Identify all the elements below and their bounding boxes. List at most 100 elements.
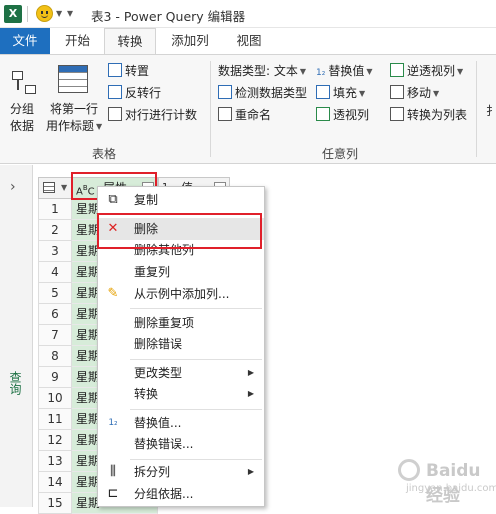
- group-by-icon: [12, 71, 38, 97]
- add-example-icon: ✎: [107, 286, 119, 301]
- submenu-arrow-icon: ▶: [247, 368, 254, 377]
- replace-values-button[interactable]: 1₂ 替换值 ▼: [316, 63, 373, 81]
- rename-icon: [218, 107, 232, 121]
- row-number: 8: [38, 346, 72, 367]
- row-number: 11: [38, 409, 72, 430]
- tab-view[interactable]: 视图: [226, 28, 272, 54]
- group-by-label-1: 分组: [10, 102, 35, 116]
- menu-separator: [130, 213, 262, 214]
- detect-type-button[interactable]: 检测数据类型: [218, 85, 307, 101]
- row-number: 13: [38, 451, 72, 472]
- title-bar: X ▼ ▾ 表3 - Power Query 编辑器: [0, 0, 496, 28]
- feedback-smiley-icon[interactable]: [36, 5, 53, 22]
- replace-icon: 1₂: [316, 68, 326, 78]
- quick-access-customize-icon[interactable]: ▾: [67, 6, 73, 20]
- tab-home[interactable]: 开始: [55, 28, 100, 54]
- delete-x-icon: ✕: [107, 221, 119, 236]
- menu-item-change-type[interactable]: 更改类型 ▶: [98, 362, 264, 384]
- group-label-any-column: 任意列: [322, 147, 359, 161]
- reverse-rows-icon: [108, 85, 122, 99]
- reverse-rows-button[interactable]: 反转行: [108, 85, 161, 101]
- submenu-arrow-icon: ▶: [247, 389, 254, 398]
- group-by-label-2: 依据: [10, 119, 35, 133]
- replace-icon: 1₂: [108, 418, 118, 428]
- menu-separator: [130, 359, 262, 360]
- data-type-dropdown[interactable]: 数据类型: 文本 ▼: [218, 63, 306, 80]
- tab-transform[interactable]: 转换: [104, 28, 156, 55]
- fill-button[interactable]: 填充 ▼: [316, 85, 365, 102]
- group-separator: [210, 61, 211, 157]
- chevron-down-icon[interactable]: ▼: [56, 9, 62, 18]
- row-number: 1: [38, 199, 72, 220]
- menu-item-add-from-example[interactable]: ✎ 从示例中添加列...: [98, 283, 264, 305]
- submenu-arrow-icon: ▶: [247, 467, 254, 476]
- detect-type-icon: [218, 85, 232, 99]
- table-header-icon: [58, 65, 88, 93]
- menu-separator: [130, 459, 262, 460]
- tab-add-column[interactable]: 添加列: [162, 28, 218, 54]
- menu-item-remove-errors[interactable]: 删除错误: [98, 333, 264, 355]
- count-rows-button[interactable]: 对行进行计数: [108, 107, 197, 123]
- row-number: 15: [38, 493, 72, 514]
- unpivot-button[interactable]: 逆透视列 ▼: [390, 63, 463, 80]
- column-context-menu: ⧉ 复制 ✕ 删除 删除其他列 重复列 ✎ 从示例中添加列... 删除重复项 删除错误…: [97, 186, 265, 507]
- table-icon: [43, 182, 55, 193]
- pivot-icon: [316, 107, 330, 121]
- row-number: 12: [38, 430, 72, 451]
- row-number: 2: [38, 220, 72, 241]
- copy-icon: ⧉: [108, 192, 118, 207]
- menu-separator: [130, 308, 262, 309]
- group-by-icon: ⊏: [107, 486, 119, 501]
- watermark: Baidu 经验 jingyan.baidu.com: [398, 455, 496, 506]
- menu-separator: [130, 409, 262, 410]
- menu-item-copy[interactable]: ⧉ 复制: [98, 189, 264, 211]
- title-separator: [27, 6, 28, 22]
- unpivot-icon: [390, 63, 404, 77]
- menu-item-transform[interactable]: 转换 ▶: [98, 383, 264, 405]
- watermark-url: jingyan.baidu.com: [406, 483, 496, 494]
- transpose-button[interactable]: 转置: [108, 63, 149, 79]
- group-by-button[interactable]: 分组 依据: [4, 59, 42, 139]
- menu-item-group-by[interactable]: ⊏ 分组依据...: [98, 483, 264, 505]
- group-separator-right: [476, 61, 477, 157]
- move-icon: [390, 85, 404, 99]
- group-label-table: 表格: [92, 147, 117, 161]
- menu-item-delete-others[interactable]: 删除其他列: [98, 239, 264, 261]
- ribbon: 分组 依据 将第一行 用作标题 ▼ 转置 反转行 对行进行计数 表格 数据类型: …: [0, 54, 496, 164]
- use-first-row-button[interactable]: 将第一行 用作标题 ▼: [46, 59, 104, 139]
- count-rows-icon: [108, 107, 122, 121]
- ribbon-overflow-button[interactable]: 扌: [486, 103, 496, 119]
- expand-queries-button[interactable]: ›: [10, 179, 16, 195]
- row-number: 9: [38, 367, 72, 388]
- row-number: 14: [38, 472, 72, 493]
- row-number: 7: [38, 325, 72, 346]
- row-number: 6: [38, 304, 72, 325]
- use-first-row-label-2: 用作标题 ▼: [46, 119, 103, 133]
- move-button[interactable]: 移动 ▼: [390, 85, 439, 102]
- menu-item-split-column[interactable]: ⫼ 拆分列 ▶: [98, 461, 264, 483]
- tab-file[interactable]: 文件: [0, 28, 50, 54]
- row-number: 10: [38, 388, 72, 409]
- menu-item-delete[interactable]: ✕ 删除: [98, 218, 264, 240]
- excel-icon: X: [4, 5, 22, 23]
- menu-item-replace-errors[interactable]: 替换错误...: [98, 433, 264, 455]
- row-number: 3: [38, 241, 72, 262]
- queries-pane-label: 查询: [8, 371, 22, 395]
- transpose-icon: [108, 63, 122, 77]
- row-number: 4: [38, 262, 72, 283]
- row-number: 5: [38, 283, 72, 304]
- use-first-row-label-1: 将第一行: [50, 102, 99, 116]
- table-menu-button[interactable]: ▼: [38, 177, 72, 199]
- menu-item-duplicate[interactable]: 重复列: [98, 261, 264, 283]
- list-icon: [390, 107, 404, 121]
- pivot-button[interactable]: 透视列: [316, 107, 369, 123]
- split-column-icon: ⫼: [110, 464, 116, 479]
- fill-down-icon: [316, 85, 330, 99]
- menu-item-remove-duplicates[interactable]: 删除重复项: [98, 312, 264, 334]
- baidu-paw-logo: [398, 459, 420, 481]
- queries-pane: › 查询: [0, 165, 33, 507]
- rename-button[interactable]: 重命名: [218, 107, 271, 123]
- convert-to-list-button[interactable]: 转换为列表: [390, 107, 467, 123]
- menu-item-replace-values[interactable]: 1₂ 替换值...: [98, 412, 264, 434]
- chevron-down-icon: ▼: [61, 183, 68, 192]
